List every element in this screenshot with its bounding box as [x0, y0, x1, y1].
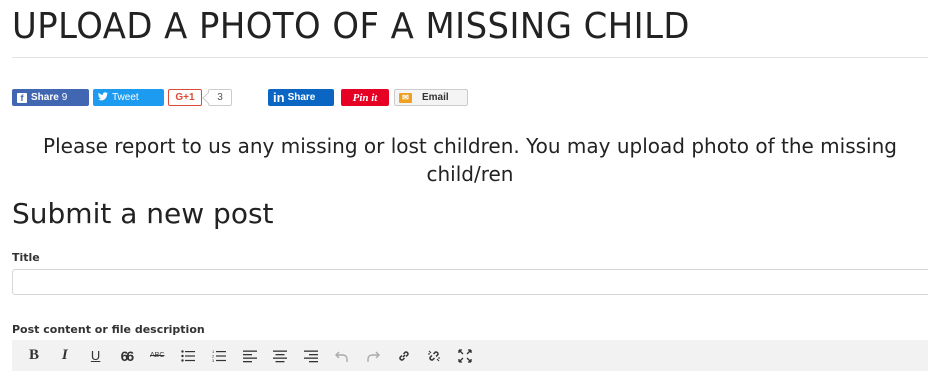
svg-text:3: 3	[212, 358, 215, 363]
email-icon: ✉	[399, 92, 412, 103]
bold-button[interactable]: B	[24, 346, 44, 366]
title-label: Title	[12, 251, 40, 264]
unlink-icon[interactable]	[424, 346, 444, 366]
facebook-icon: f	[17, 92, 27, 103]
share-bar: f Share 9 Tweet G+1 3 in Share Pin it ✉ …	[12, 89, 482, 107]
align-right-icon[interactable]	[301, 346, 321, 366]
facebook-share-button[interactable]: f Share 9	[12, 89, 89, 106]
googleplus-count: 3	[208, 89, 232, 106]
linkedin-icon: in	[273, 90, 285, 105]
undo-icon[interactable]	[332, 346, 352, 366]
redo-icon[interactable]	[363, 346, 383, 366]
align-left-icon[interactable]	[240, 346, 260, 366]
email-share-label: Email	[422, 92, 449, 103]
editor-toolbar: B I U 66 ABC 123	[12, 340, 928, 371]
underline-button[interactable]: U	[86, 346, 106, 366]
twitter-tweet-button[interactable]: Tweet	[93, 89, 164, 106]
strikethrough-button[interactable]: ABC	[147, 346, 167, 366]
bullet-list-icon[interactable]	[178, 346, 198, 366]
facebook-share-label: Share	[31, 92, 59, 103]
pinterest-pin-button[interactable]: Pin it	[341, 89, 389, 106]
link-icon[interactable]	[394, 346, 414, 366]
content-label: Post content or file description	[12, 323, 205, 336]
title-input[interactable]	[12, 269, 928, 295]
facebook-share-count: 9	[61, 92, 68, 103]
googleplus-button[interactable]: G+1	[168, 89, 202, 106]
italic-button[interactable]: I	[55, 346, 75, 366]
twitter-tweet-label: Tweet	[112, 92, 139, 103]
linkedin-share-label: Share	[287, 92, 316, 103]
blockquote-button[interactable]: 66	[116, 346, 136, 366]
title-divider	[12, 57, 928, 58]
align-center-icon[interactable]	[270, 346, 290, 366]
email-share-button[interactable]: ✉ Email	[394, 89, 468, 106]
fullscreen-icon[interactable]	[455, 346, 475, 366]
form-heading: Submit a new post	[12, 197, 274, 230]
page-title: UPLOAD A PHOTO OF A MISSING CHILD	[12, 6, 690, 47]
intro-text: Please report to us any missing or lost …	[43, 134, 897, 186]
twitter-icon	[98, 91, 108, 104]
numbered-list-icon[interactable]: 123	[209, 346, 229, 366]
linkedin-share-button[interactable]: in Share	[268, 89, 334, 106]
